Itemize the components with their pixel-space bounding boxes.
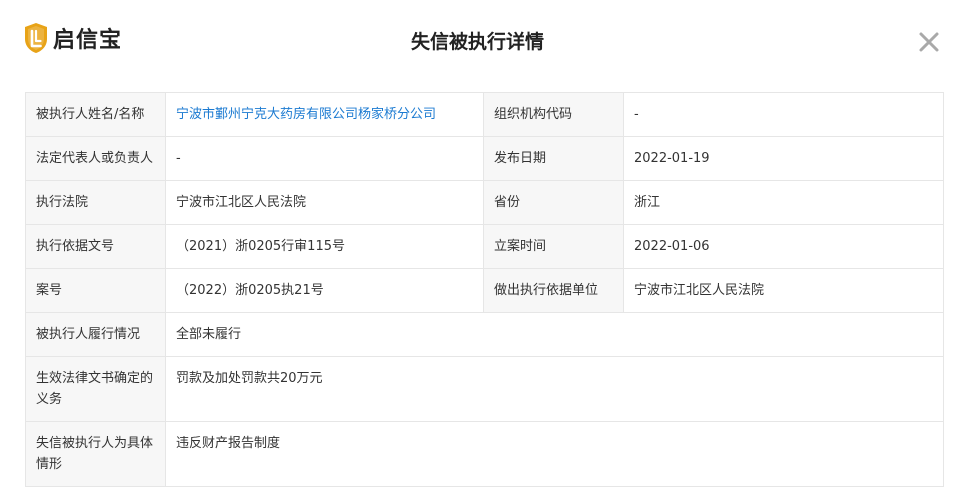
- field-label: 法定代表人或负责人: [25, 136, 166, 181]
- field-value: -: [623, 92, 944, 137]
- detail-table: 被执行人姓名/名称 宁波市鄞州宁克大药房有限公司杨家桥分公司 组织机构代码 - …: [25, 92, 944, 487]
- field-label: 发布日期: [483, 136, 624, 181]
- dialog-header: 启信宝 失信被执行详情: [0, 0, 955, 80]
- field-label: 执行法院: [25, 180, 166, 225]
- page-title: 失信被执行详情: [410, 31, 544, 53]
- table-row: 生效法律文书确定的义务 罚款及加处罚款共20万元: [25, 356, 944, 422]
- field-value: 2022-01-06: [623, 224, 944, 269]
- field-value: 宁波市江北区人民法院: [623, 268, 944, 313]
- company-link[interactable]: 宁波市鄞州宁克大药房有限公司杨家桥分公司: [176, 107, 436, 122]
- field-label: 省份: [483, 180, 624, 225]
- field-label: 被执行人履行情况: [25, 312, 166, 357]
- table-row: 失信被执行人为具体情形 违反财产报告制度: [25, 421, 944, 487]
- field-label: 生效法律文书确定的义务: [25, 356, 166, 422]
- table-row: 执行法院 宁波市江北区人民法院 省份 浙江: [25, 180, 944, 225]
- field-value: 宁波市江北区人民法院: [165, 180, 484, 225]
- field-value: -: [165, 136, 484, 181]
- table-row: 执行依据文号 （2021）浙0205行审115号 立案时间 2022-01-06: [25, 224, 944, 269]
- field-value: 宁波市鄞州宁克大药房有限公司杨家桥分公司: [165, 92, 484, 137]
- field-label: 做出执行依据单位: [483, 268, 624, 313]
- field-label: 执行依据文号: [25, 224, 166, 269]
- field-value: 罚款及加处罚款共20万元: [165, 356, 944, 422]
- field-value: 全部未履行: [165, 312, 944, 357]
- table-row: 被执行人履行情况 全部未履行: [25, 312, 944, 357]
- field-label: 案号: [25, 268, 166, 313]
- field-label: 被执行人姓名/名称: [25, 92, 166, 137]
- field-label: 失信被执行人为具体情形: [25, 421, 166, 487]
- close-button[interactable]: [916, 29, 942, 55]
- field-value: 违反财产报告制度: [165, 421, 944, 487]
- field-value: （2021）浙0205行审115号: [165, 224, 484, 269]
- close-icon: [919, 32, 939, 52]
- field-label: 组织机构代码: [483, 92, 624, 137]
- field-value: 2022-01-19: [623, 136, 944, 181]
- field-label: 立案时间: [483, 224, 624, 269]
- table-row: 被执行人姓名/名称 宁波市鄞州宁克大药房有限公司杨家桥分公司 组织机构代码 -: [25, 92, 944, 137]
- field-value: （2022）浙0205执21号: [165, 268, 484, 313]
- table-row: 法定代表人或负责人 - 发布日期 2022-01-19: [25, 136, 944, 181]
- field-value: 浙江: [623, 180, 944, 225]
- table-row: 案号 （2022）浙0205执21号 做出执行依据单位 宁波市江北区人民法院: [25, 268, 944, 313]
